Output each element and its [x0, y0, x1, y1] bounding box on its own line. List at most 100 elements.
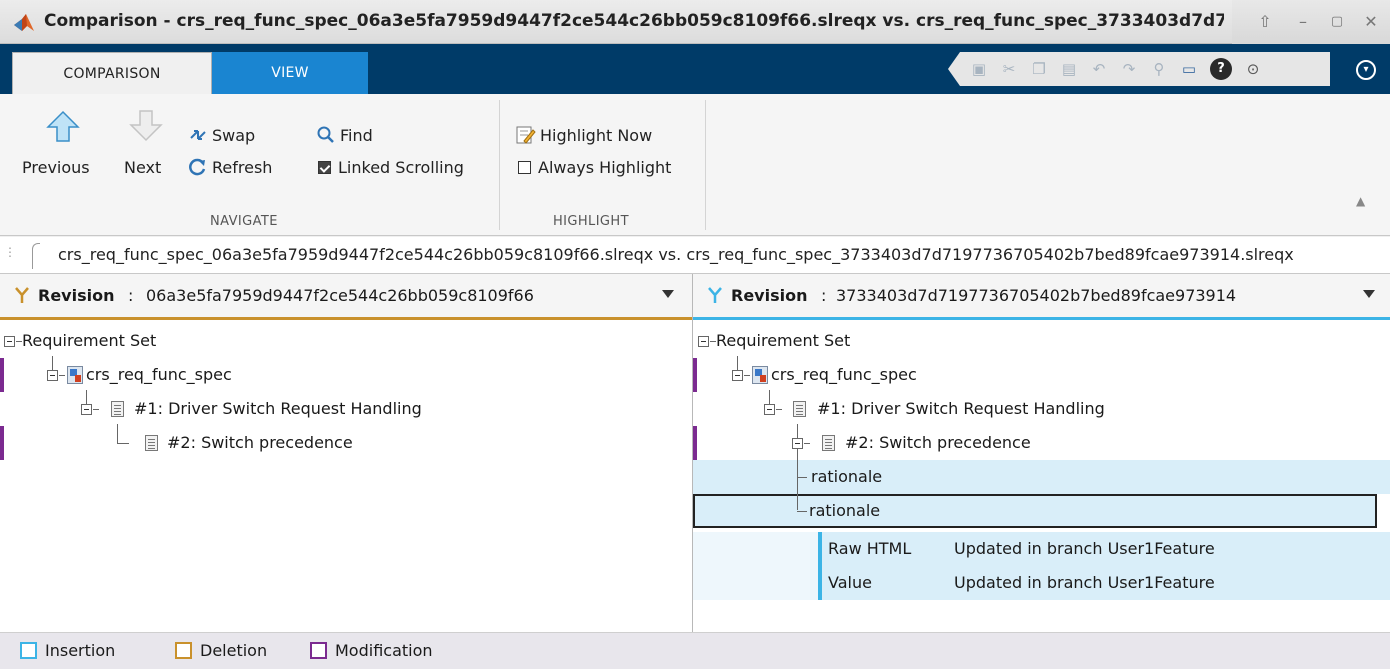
- redo-icon[interactable]: ↷: [1118, 58, 1140, 80]
- revision-dropdown-icon[interactable]: [662, 290, 674, 298]
- expand-toolstrip-icon[interactable]: ▾: [1356, 60, 1376, 80]
- property-row-indent: [693, 566, 818, 600]
- window-layout-icon[interactable]: ▭: [1178, 58, 1200, 80]
- save-icon[interactable]: ▣: [968, 58, 990, 80]
- legend-insertion-label: Insertion: [45, 641, 116, 660]
- previous-button[interactable]: Previous: [22, 158, 90, 177]
- tree-row-req2[interactable]: #2: Switch precedence: [0, 424, 692, 460]
- revision-value: 3733403d7d7197736705402b7bed89fcae973914: [836, 286, 1237, 305]
- diff-legend: Insertion Deletion Modification: [0, 632, 1390, 669]
- paste-icon[interactable]: ▤: [1058, 58, 1080, 80]
- title-bar: Comparison - crs_req_func_spec_06a3e5fa7…: [0, 0, 1390, 44]
- collapse-ribbon-icon[interactable]: ▲: [1356, 194, 1374, 208]
- undock-icon[interactable]: ⇧: [1252, 10, 1278, 34]
- tree-label-req1: #1: Driver Switch Request Handling: [817, 399, 1105, 418]
- tree-row-spec[interactable]: crs_req_func_spec: [0, 356, 692, 392]
- tree-row-requirement-set[interactable]: Requirement Set: [693, 324, 1390, 358]
- ribbon-tab-strip: COMPARISON VIEW ▣ ✂ ❐ ▤ ↶ ↷ ⚲ ▭ ? ⊙ ▾: [0, 44, 1390, 94]
- collapse-icon[interactable]: [47, 370, 58, 381]
- revision-dropdown-icon[interactable]: [1363, 290, 1375, 298]
- modification-marker: [693, 358, 697, 392]
- refresh-button[interactable]: Refresh: [188, 158, 272, 177]
- deletion-swatch-icon: [175, 642, 192, 659]
- collapse-icon[interactable]: [792, 438, 803, 449]
- right-revision-header[interactable]: Revision : 3733403d7d7197736705402b7bed8…: [693, 274, 1390, 320]
- tree-label-req2: #2: Switch precedence: [167, 433, 353, 452]
- linked-scrolling-label: Linked Scrolling: [338, 158, 464, 177]
- property-row: Raw HTML Updated in branch User1Feature: [818, 532, 1390, 566]
- tree-row-req1[interactable]: #1: Driver Switch Request Handling: [693, 390, 1390, 426]
- window-title: Comparison - crs_req_func_spec_06a3e5fa7…: [44, 11, 1224, 31]
- tree-label-req1: #1: Driver Switch Request Handling: [134, 399, 422, 418]
- refresh-label: Refresh: [212, 158, 273, 177]
- collapse-icon[interactable]: [698, 336, 709, 347]
- requirement-icon: [822, 435, 835, 451]
- property-row: Value Updated in branch User1Feature: [818, 566, 1390, 600]
- property-value: Updated in branch User1Feature: [954, 539, 1215, 558]
- matlab-logo-icon: [14, 14, 34, 31]
- swap-button[interactable]: Swap: [188, 126, 255, 145]
- tab-view[interactable]: VIEW: [212, 52, 368, 94]
- legend-modification: Modification: [310, 641, 433, 660]
- tree-label-req2: #2: Switch precedence: [845, 433, 1031, 452]
- comparison-path: crs_req_func_spec_06a3e5fa7959d9447f2ce5…: [58, 245, 1294, 264]
- property-row-indent: [693, 532, 818, 566]
- tree-label-spec: crs_req_func_spec: [771, 365, 917, 384]
- collapse-icon[interactable]: [4, 336, 15, 347]
- tree-label-requirement-set: Requirement Set: [22, 331, 157, 350]
- always-highlight-check-icon: [518, 161, 531, 174]
- highlight-now-label: Highlight Now: [540, 126, 653, 145]
- ribbon-separator: [705, 100, 706, 230]
- tab-comparison[interactable]: COMPARISON: [12, 52, 212, 94]
- modification-marker: [0, 358, 4, 392]
- revision-separator: :: [128, 286, 134, 305]
- left-revision-header[interactable]: Revision : 06a3e5fa7959d9447f2ce544c26bb…: [0, 274, 692, 320]
- collapse-icon[interactable]: [81, 404, 92, 415]
- tree-row-spec[interactable]: crs_req_func_spec: [693, 356, 1390, 392]
- tree-row-requirement-set[interactable]: Requirement Set: [0, 324, 692, 358]
- property-name: Value: [828, 573, 872, 592]
- linked-scrolling-checkbox[interactable]: Linked Scrolling: [318, 158, 464, 177]
- minimize-icon[interactable]: –: [1290, 10, 1316, 34]
- tree-row-req2[interactable]: #2: Switch precedence: [693, 424, 1390, 460]
- modification-marker: [0, 426, 4, 460]
- next-button[interactable]: Next: [124, 158, 161, 177]
- legend-deletion-label: Deletion: [200, 641, 268, 660]
- requirement-icon: [145, 435, 158, 451]
- ribbon-separator: [499, 100, 500, 230]
- path-root-tick: [32, 243, 40, 269]
- tree-row-rationale-selected[interactable]: rationale: [693, 494, 1377, 528]
- swap-icon: [190, 130, 206, 140]
- tree-label-spec: crs_req_func_spec: [86, 365, 232, 384]
- cut-icon[interactable]: ✂: [998, 58, 1020, 80]
- undo-icon[interactable]: ↶: [1088, 58, 1110, 80]
- find-label: Find: [340, 126, 373, 145]
- tree-label-rationale: rationale: [809, 501, 881, 520]
- maximize-icon[interactable]: ▢: [1324, 10, 1350, 34]
- collapse-icon[interactable]: [764, 404, 775, 415]
- requirement-icon: [111, 401, 124, 417]
- grip-icon: ⋮: [4, 245, 16, 259]
- highlight-now-button[interactable]: Highlight Now: [516, 126, 652, 145]
- highlight-now-icon: [516, 126, 536, 144]
- copy-icon[interactable]: ❐: [1028, 58, 1050, 80]
- tree-row-req1[interactable]: #1: Driver Switch Request Handling: [0, 390, 692, 426]
- swap-label: Swap: [212, 126, 256, 145]
- always-highlight-checkbox[interactable]: Always Highlight: [518, 158, 671, 177]
- revision-label: Revision: [38, 286, 115, 305]
- collapse-icon[interactable]: [732, 370, 743, 381]
- qat-options-icon[interactable]: ⊙: [1242, 58, 1264, 80]
- revision-label: Revision: [731, 286, 808, 305]
- right-comparison-pane: Revision : 3733403d7d7197736705402b7bed8…: [693, 274, 1390, 632]
- requirement-icon: [793, 401, 806, 417]
- close-icon[interactable]: ✕: [1358, 10, 1384, 34]
- help-icon[interactable]: ?: [1210, 58, 1232, 80]
- property-name: Raw HTML: [828, 539, 912, 558]
- address-bar: ⋮ crs_req_func_spec_06a3e5fa7959d9447f2c…: [0, 237, 1390, 274]
- search-icon[interactable]: ⚲: [1148, 58, 1170, 80]
- revision-value: 06a3e5fa7959d9447f2ce544c26bb059c8109f66: [146, 286, 534, 305]
- find-button[interactable]: Find: [316, 126, 373, 145]
- modification-swatch-icon: [310, 642, 327, 659]
- find-icon: [317, 126, 334, 143]
- tree-label-rationale: rationale: [811, 467, 883, 486]
